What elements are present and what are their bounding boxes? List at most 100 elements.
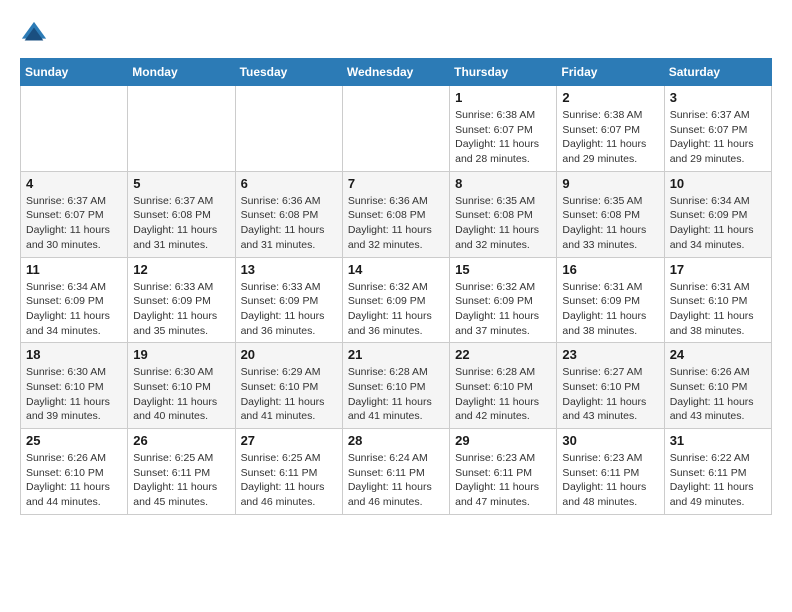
day-number: 16 xyxy=(562,262,658,277)
calendar-cell: 24 Sunrise: 6:26 AMSunset: 6:10 PMDayligh… xyxy=(664,343,771,429)
calendar-cell: 21 Sunrise: 6:28 AMSunset: 6:10 PMDayligh… xyxy=(342,343,449,429)
day-number: 24 xyxy=(670,347,766,362)
calendar-cell xyxy=(128,86,235,172)
day-info: Sunrise: 6:34 AMSunset: 6:09 PMDaylight:… xyxy=(670,194,766,253)
weekday-tuesday: Tuesday xyxy=(235,59,342,86)
day-info: Sunrise: 6:35 AMSunset: 6:08 PMDaylight:… xyxy=(455,194,551,253)
day-number: 12 xyxy=(133,262,229,277)
calendar-cell: 6 Sunrise: 6:36 AMSunset: 6:08 PMDaylight… xyxy=(235,171,342,257)
day-number: 13 xyxy=(241,262,337,277)
day-number: 25 xyxy=(26,433,122,448)
day-info: Sunrise: 6:26 AMSunset: 6:10 PMDaylight:… xyxy=(26,451,122,510)
day-info: Sunrise: 6:22 AMSunset: 6:11 PMDaylight:… xyxy=(670,451,766,510)
day-number: 23 xyxy=(562,347,658,362)
day-info: Sunrise: 6:37 AMSunset: 6:07 PMDaylight:… xyxy=(26,194,122,253)
day-number: 18 xyxy=(26,347,122,362)
weekday-wednesday: Wednesday xyxy=(342,59,449,86)
weekday-thursday: Thursday xyxy=(450,59,557,86)
calendar-cell: 18Sunrise: 6:30 AMSunset: 6:10 PMDayligh… xyxy=(21,343,128,429)
calendar-cell: 13 Sunrise: 6:33 AMSunset: 6:09 PMDayligh… xyxy=(235,257,342,343)
day-info: Sunrise: 6:35 AMSunset: 6:08 PMDaylight:… xyxy=(562,194,658,253)
day-number: 21 xyxy=(348,347,444,362)
calendar-cell xyxy=(21,86,128,172)
day-info: Sunrise: 6:38 AMSunset: 6:07 PMDaylight:… xyxy=(455,108,551,167)
calendar-cell: 2 Sunrise: 6:38 AMSunset: 6:07 PMDaylight… xyxy=(557,86,664,172)
day-info: Sunrise: 6:23 AMSunset: 6:11 PMDaylight:… xyxy=(455,451,551,510)
day-number: 2 xyxy=(562,90,658,105)
calendar-cell: 12 Sunrise: 6:33 AMSunset: 6:09 PMDayligh… xyxy=(128,257,235,343)
day-number: 17 xyxy=(670,262,766,277)
day-info: Sunrise: 6:37 AMSunset: 6:07 PMDaylight:… xyxy=(670,108,766,167)
weekday-saturday: Saturday xyxy=(664,59,771,86)
day-number: 27 xyxy=(241,433,337,448)
day-info: Sunrise: 6:31 AMSunset: 6:10 PMDaylight:… xyxy=(670,280,766,339)
calendar-cell: 5Sunrise: 6:37 AMSunset: 6:08 PMDaylight… xyxy=(128,171,235,257)
day-info: Sunrise: 6:32 AMSunset: 6:09 PMDaylight:… xyxy=(455,280,551,339)
logo xyxy=(20,20,52,48)
logo-icon xyxy=(20,20,48,48)
day-info: Sunrise: 6:38 AMSunset: 6:07 PMDaylight:… xyxy=(562,108,658,167)
day-info: Sunrise: 6:29 AMSunset: 6:10 PMDaylight:… xyxy=(241,365,337,424)
week-row-5: 25 Sunrise: 6:26 AMSunset: 6:10 PMDayligh… xyxy=(21,429,772,515)
week-row-2: 4 Sunrise: 6:37 AMSunset: 6:07 PMDaylight… xyxy=(21,171,772,257)
day-info: Sunrise: 6:32 AMSunset: 6:09 PMDaylight:… xyxy=(348,280,444,339)
calendar-body: 1 Sunrise: 6:38 AMSunset: 6:07 PMDaylight… xyxy=(21,86,772,515)
day-info: Sunrise: 6:34 AMSunset: 6:09 PMDaylight:… xyxy=(26,280,122,339)
day-info: Sunrise: 6:36 AMSunset: 6:08 PMDaylight:… xyxy=(241,194,337,253)
calendar-cell: 11 Sunrise: 6:34 AMSunset: 6:09 PMDayligh… xyxy=(21,257,128,343)
day-info: Sunrise: 6:28 AMSunset: 6:10 PMDaylight:… xyxy=(348,365,444,424)
day-info: Sunrise: 6:31 AMSunset: 6:09 PMDaylight:… xyxy=(562,280,658,339)
weekday-friday: Friday xyxy=(557,59,664,86)
day-number: 10 xyxy=(670,176,766,191)
day-info: Sunrise: 6:33 AMSunset: 6:09 PMDaylight:… xyxy=(241,280,337,339)
calendar-cell: 29 Sunrise: 6:23 AMSunset: 6:11 PMDayligh… xyxy=(450,429,557,515)
day-number: 6 xyxy=(241,176,337,191)
day-info: Sunrise: 6:24 AMSunset: 6:11 PMDaylight:… xyxy=(348,451,444,510)
day-info: Sunrise: 6:25 AMSunset: 6:11 PMDaylight:… xyxy=(241,451,337,510)
calendar-cell: 26 Sunrise: 6:25 AMSunset: 6:11 PMDayligh… xyxy=(128,429,235,515)
day-number: 29 xyxy=(455,433,551,448)
day-number: 1 xyxy=(455,90,551,105)
day-number: 30 xyxy=(562,433,658,448)
calendar-cell: 10 Sunrise: 6:34 AMSunset: 6:09 PMDayligh… xyxy=(664,171,771,257)
calendar-cell: 1 Sunrise: 6:38 AMSunset: 6:07 PMDaylight… xyxy=(450,86,557,172)
calendar-cell xyxy=(342,86,449,172)
day-number: 4 xyxy=(26,176,122,191)
week-row-4: 18 Sunrise: 6:30 AMSunset: 6:10 PMDayligh… xyxy=(21,343,772,429)
calendar-cell: 8 Sunrise: 6:35 AMSunset: 6:08 PMDaylight… xyxy=(450,171,557,257)
calendar-cell: 3 Sunrise: 6:37 AMSunset: 6:07 PMDaylight… xyxy=(664,86,771,172)
calendar-cell: 31 Sunrise: 6:22 AMSunset: 6:11 PMDayligh… xyxy=(664,429,771,515)
calendar-cell: 22Sunrise: 6:28 AMSunset: 6:10 PMDayligh… xyxy=(450,343,557,429)
day-info: Sunrise: 6:33 AMSunset: 6:09 PMDaylight:… xyxy=(133,280,229,339)
day-number: 26 xyxy=(133,433,229,448)
calendar-cell: 28Sunrise: 6:24 AMSunset: 6:11 PMDayligh… xyxy=(342,429,449,515)
day-number: 11 xyxy=(26,262,122,277)
day-number: 8 xyxy=(455,176,551,191)
day-number: 31 xyxy=(670,433,766,448)
calendar-cell: 27 Sunrise: 6:25 AMSunset: 6:11 PMDayligh… xyxy=(235,429,342,515)
calendar-cell xyxy=(235,86,342,172)
calendar-cell: 14Sunrise: 6:32 AMSunset: 6:09 PMDayligh… xyxy=(342,257,449,343)
day-number: 19 xyxy=(133,347,229,362)
day-info: Sunrise: 6:27 AMSunset: 6:10 PMDaylight:… xyxy=(562,365,658,424)
day-number: 9 xyxy=(562,176,658,191)
calendar-cell: 4 Sunrise: 6:37 AMSunset: 6:07 PMDaylight… xyxy=(21,171,128,257)
week-row-1: 1 Sunrise: 6:38 AMSunset: 6:07 PMDaylight… xyxy=(21,86,772,172)
calendar-cell: 30 Sunrise: 6:23 AMSunset: 6:11 PMDayligh… xyxy=(557,429,664,515)
calendar-cell: 23 Sunrise: 6:27 AMSunset: 6:10 PMDayligh… xyxy=(557,343,664,429)
calendar-cell: 15 Sunrise: 6:32 AMSunset: 6:09 PMDayligh… xyxy=(450,257,557,343)
calendar-cell: 17 Sunrise: 6:31 AMSunset: 6:10 PMDayligh… xyxy=(664,257,771,343)
day-info: Sunrise: 6:25 AMSunset: 6:11 PMDaylight:… xyxy=(133,451,229,510)
day-number: 15 xyxy=(455,262,551,277)
day-number: 3 xyxy=(670,90,766,105)
calendar-cell: 16 Sunrise: 6:31 AMSunset: 6:09 PMDayligh… xyxy=(557,257,664,343)
weekday-monday: Monday xyxy=(128,59,235,86)
calendar-cell: 20Sunrise: 6:29 AMSunset: 6:10 PMDayligh… xyxy=(235,343,342,429)
calendar-cell: 25 Sunrise: 6:26 AMSunset: 6:10 PMDayligh… xyxy=(21,429,128,515)
calendar-cell: 19 Sunrise: 6:30 AMSunset: 6:10 PMDayligh… xyxy=(128,343,235,429)
day-info: Sunrise: 6:23 AMSunset: 6:11 PMDaylight:… xyxy=(562,451,658,510)
day-info: Sunrise: 6:36 AMSunset: 6:08 PMDaylight:… xyxy=(348,194,444,253)
day-info: Sunrise: 6:30 AMSunset: 6:10 PMDaylight:… xyxy=(133,365,229,424)
day-info: Sunrise: 6:26 AMSunset: 6:10 PMDaylight:… xyxy=(670,365,766,424)
day-number: 5 xyxy=(133,176,229,191)
